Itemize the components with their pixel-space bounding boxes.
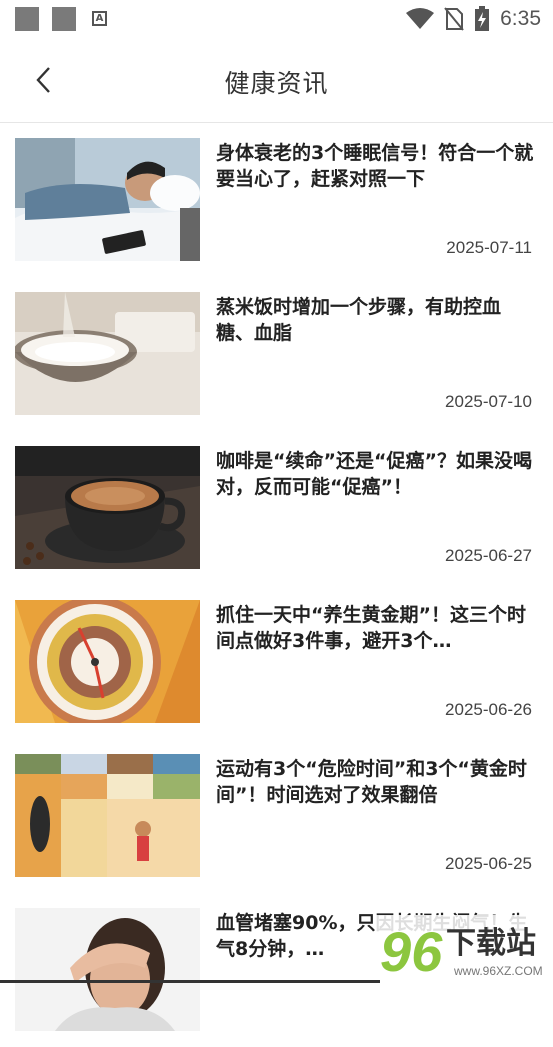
article-thumbnail (15, 908, 200, 1031)
page-title: 健康资讯 (224, 69, 329, 98)
svg-text:www.96XZ.COM: www.96XZ.COM (453, 964, 543, 978)
status-bar: A 6:35 (0, 0, 553, 38)
watermark-logo: 96 下载站 www.96XZ.COM (376, 915, 553, 983)
article-date: 2025-07-10 (445, 392, 532, 411)
no-sim-icon (444, 7, 464, 31)
system-status: 6:35 (406, 4, 541, 34)
svg-text:96: 96 (380, 920, 443, 983)
article-thumbnail (15, 446, 200, 569)
list-item[interactable]: 蒸米饭时增加一个步骤，有助控血糖、血脂 2025-07-10 (0, 277, 553, 431)
battery-charging-icon (475, 6, 490, 31)
article-thumbnail (15, 292, 200, 415)
article-title: 运动有3个“危险时间”和3个“黄金时间”！时间选对了效果翻倍 (216, 758, 527, 806)
notification-square-icon (52, 7, 76, 31)
list-item[interactable]: 抓住一天中“养生黄金期”！这三个时间点做好3件事，避开3个… 2025-06-2… (0, 585, 553, 739)
article-date: 2025-07-11 (446, 238, 532, 257)
article-date: 2025-06-27 (445, 546, 532, 565)
article-date: 2025-06-26 (445, 700, 532, 719)
status-time: 6:35 (500, 7, 541, 30)
a-icon: A (92, 11, 107, 26)
article-title: 蒸米饭时增加一个步骤，有助控血糖、血脂 (216, 296, 502, 344)
wifi-icon (406, 8, 435, 29)
list-item[interactable]: 咖啡是“续命”还是“促癌”？如果没喝对，反而可能“促癌”！ 2025-06-27 (0, 431, 553, 585)
article-title: 身体衰老的3个睡眠信号！符合一个就要当心了，赶紧对照一下 (216, 142, 534, 190)
article-thumbnail (15, 138, 200, 261)
list-item[interactable]: 运动有3个“危险时间”和3个“黄金时间”！时间选对了效果翻倍 2025-06-2… (0, 739, 553, 893)
svg-text:下载站: 下载站 (446, 926, 536, 961)
article-thumbnail (15, 754, 200, 877)
article-thumbnail (15, 600, 200, 723)
notification-square-icon (15, 7, 39, 31)
article-title: 咖啡是“续命”还是“促癌”？如果没喝对，反而可能“促癌”！ (216, 450, 532, 498)
list-item[interactable]: 身体衰老的3个睡眠信号！符合一个就要当心了，赶紧对照一下 2025-07-11 (0, 123, 553, 277)
article-title: 抓住一天中“养生黄金期”！这三个时间点做好3件事，避开3个… (216, 604, 526, 652)
article-date: 2025-06-25 (445, 854, 532, 873)
app-bar: 健康资讯 (0, 38, 553, 123)
